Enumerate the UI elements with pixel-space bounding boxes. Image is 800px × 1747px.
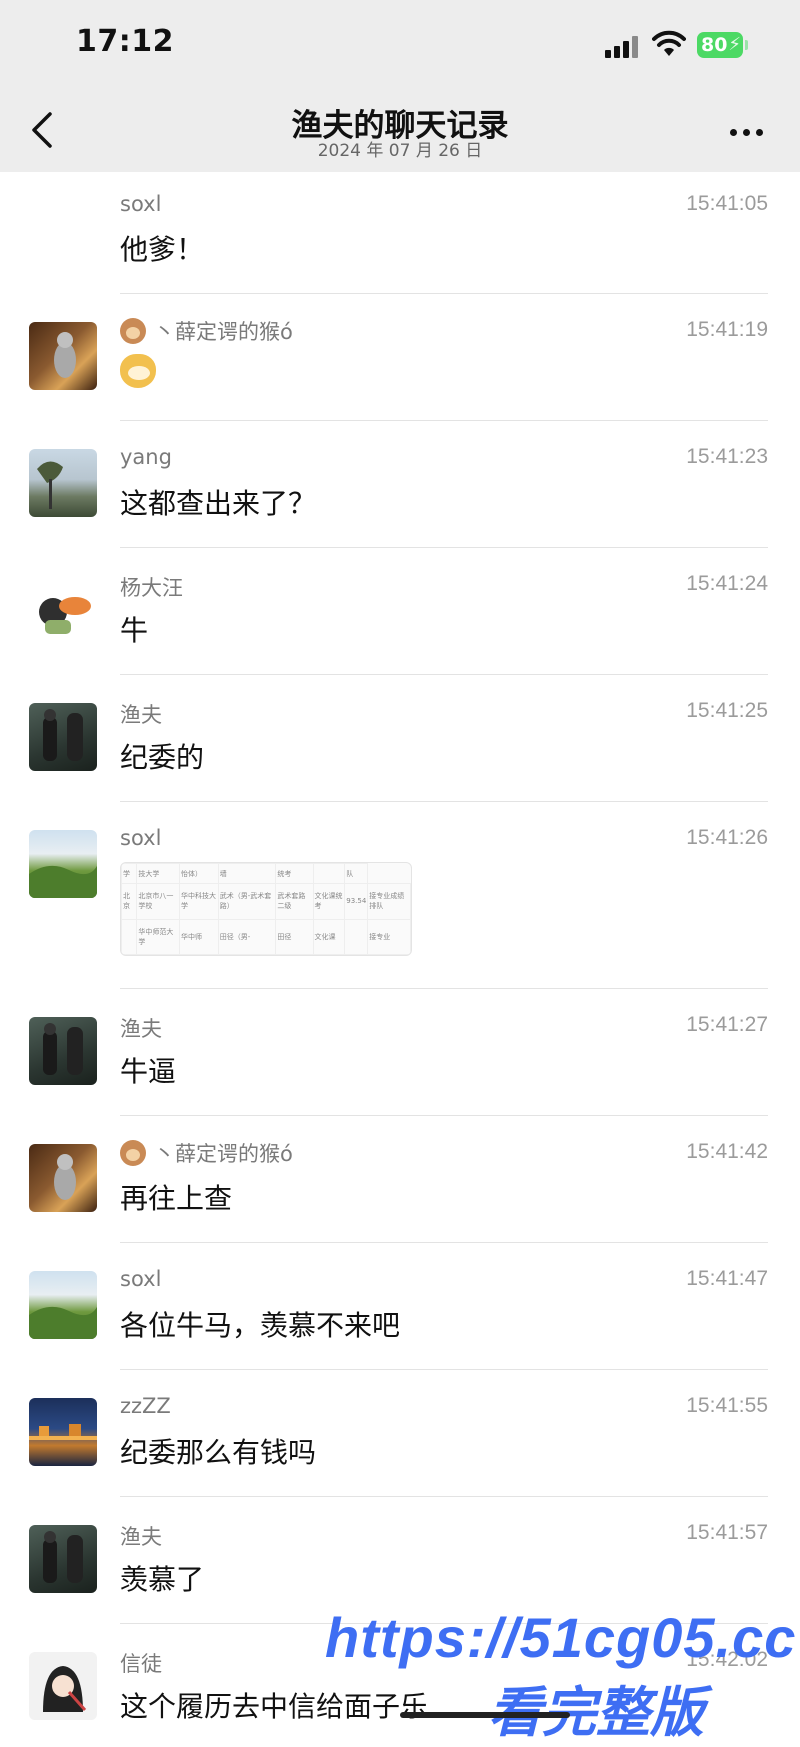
message-item: 渔夫 15:41:27 牛逼 <box>0 989 800 1116</box>
sender-name[interactable]: 杨大汪 <box>120 572 183 602</box>
monkey-emoji-icon <box>120 318 146 344</box>
message-time: 15:41:57 <box>686 1521 768 1544</box>
message-time: 15:41:23 <box>686 445 768 468</box>
message-item: 杨大汪 15:41:24 牛 <box>0 548 800 675</box>
wifi-icon <box>652 30 686 56</box>
thumb-cell <box>344 918 369 955</box>
sender-name[interactable]: 渔夫 <box>120 1013 162 1043</box>
thumb-cell: 93.54 <box>344 883 369 920</box>
charging-bolt-icon: ⚡ <box>728 34 741 55</box>
message-time: 15:41:55 <box>686 1394 768 1417</box>
avatar[interactable] <box>29 322 97 390</box>
nav-bar: 渔夫的聊天记录 2024 年 07 月 26 日 <box>0 92 800 172</box>
message-time: 15:41:05 <box>686 192 768 215</box>
sender-name[interactable]: zzZZ <box>120 1394 171 1418</box>
message-sticker[interactable] <box>120 354 156 395</box>
sender-name[interactable]: 丶薛定谔的猴ó <box>120 316 293 346</box>
signal-icon <box>605 34 641 58</box>
message-item: soxl 15:41:47 各位牛马，羡慕不来吧 <box>0 1243 800 1370</box>
thumb-cell <box>312 863 346 885</box>
battery-cap <box>745 40 748 50</box>
message-text[interactable]: 牛逼 <box>120 1050 176 1090</box>
message-time: 15:41:26 <box>686 826 768 849</box>
sender-name[interactable]: 丶薛定谔的猴ó <box>120 1138 293 1168</box>
message-item: soxl 15:41:05 他爹！ <box>0 172 800 294</box>
message-time: 15:41:27 <box>686 1013 768 1036</box>
watermark-text: 看完整版 <box>488 1681 704 1744</box>
message-item: zzZZ 15:41:55 纪委那么有钱吗 <box>0 1370 800 1497</box>
sender-name[interactable]: yang <box>120 445 172 469</box>
home-indicator[interactable] <box>400 1712 570 1718</box>
avatar[interactable] <box>29 1017 97 1085</box>
watermark-url: https://51cg05.cc <box>325 1606 797 1669</box>
message-text[interactable]: 纪委那么有钱吗 <box>120 1431 316 1471</box>
message-text[interactable]: 再往上查 <box>120 1177 232 1217</box>
battery-level: 80 <box>701 34 728 56</box>
message-item: 丶薛定谔的猴ó 15:41:42 再往上查 <box>0 1116 800 1243</box>
avatar[interactable] <box>29 449 97 517</box>
avatar[interactable] <box>29 576 97 644</box>
message-text[interactable]: 这都查出来了？ <box>120 482 316 522</box>
message-text[interactable]: 他爹！ <box>120 228 204 268</box>
monkey-emoji-icon <box>120 1140 146 1166</box>
message-time: 15:41:25 <box>686 699 768 722</box>
message-time: 15:41:42 <box>686 1140 768 1163</box>
thumb-cell: 武术（男-武术套路） <box>217 883 277 920</box>
thumb-cell <box>121 918 138 955</box>
thumb-cell: 队 <box>344 863 369 885</box>
message-item: yang 15:41:23 这都查出来了？ <box>0 421 800 548</box>
avatar[interactable] <box>29 1398 97 1466</box>
doge-emoji-icon <box>120 354 156 388</box>
thumb-cell: 怡体） <box>179 863 219 885</box>
sender-name[interactable]: 渔夫 <box>120 699 162 729</box>
status-time: 17:12 <box>76 24 174 59</box>
thumbnail-table: 学 技大学 怡体） 墙 统考 队 北京 北京市八一学校 华中科技大学 武术（男-… <box>121 863 411 955</box>
sender-name-text: 丶薛定谔的猴ó <box>154 1142 293 1166</box>
thumb-cell: 接专业 <box>367 918 411 955</box>
message-time: 15:41:47 <box>686 1267 768 1290</box>
sender-name[interactable]: 信徒 <box>120 1648 162 1678</box>
thumb-cell: 北京 <box>121 883 138 920</box>
thumb-cell: 墙 <box>217 863 277 885</box>
thumb-cell: 文化课 <box>312 918 346 955</box>
thumb-cell: 华中师 <box>179 918 219 955</box>
message-item: 丶薛定谔的猴ó 15:41:19 <box>0 294 800 421</box>
sender-name[interactable]: 渔夫 <box>120 1521 162 1551</box>
thumb-cell: 华中科技大学 <box>179 883 219 920</box>
avatar[interactable] <box>29 703 97 771</box>
thumb-cell: 田径 <box>275 918 314 955</box>
sender-name[interactable]: soxl <box>120 826 161 850</box>
message-time: 15:41:19 <box>686 318 768 341</box>
avatar[interactable] <box>29 830 97 898</box>
message-text[interactable]: 羡慕了 <box>120 1558 204 1598</box>
avatar[interactable] <box>29 1271 97 1339</box>
sender-name[interactable]: soxl <box>120 192 161 216</box>
message-item: 渔夫 15:41:25 纪委的 <box>0 675 800 802</box>
thumb-cell: 北京市八一学校 <box>136 883 181 920</box>
message-item: soxl 15:41:26 学 技大学 怡体） 墙 统考 队 北京 北京市八一学… <box>0 802 800 989</box>
message-text[interactable]: 纪委的 <box>120 736 204 776</box>
status-bar: 17:12 80 ⚡ <box>0 0 800 92</box>
avatar[interactable] <box>29 1525 97 1593</box>
thumb-cell: 技大学 <box>136 863 181 885</box>
image-message-thumbnail[interactable]: 学 技大学 怡体） 墙 统考 队 北京 北京市八一学校 华中科技大学 武术（男-… <box>120 862 412 956</box>
message-text[interactable]: 这个履历去中信给面子乐 <box>120 1685 428 1725</box>
avatar[interactable] <box>29 1652 97 1720</box>
sender-name-text: 丶薛定谔的猴ó <box>154 320 293 344</box>
battery-icon: 80 ⚡ <box>697 32 743 58</box>
thumb-cell: 田径（男- <box>217 918 277 955</box>
sender-name[interactable]: soxl <box>120 1267 161 1291</box>
thumb-cell: 统考 <box>275 863 314 885</box>
thumb-cell: 接专业成绩排队 <box>367 883 411 920</box>
message-time: 15:41:24 <box>686 572 768 595</box>
message-text[interactable]: 牛 <box>120 609 148 649</box>
thumb-cell: 学 <box>121 863 138 885</box>
page-subtitle-date: 2024 年 07 月 26 日 <box>317 141 483 161</box>
thumb-cell: 华中师范大学 <box>136 918 181 955</box>
thumb-cell: 武术套路二级 <box>275 883 314 920</box>
avatar[interactable] <box>29 1144 97 1212</box>
message-text[interactable]: 各位牛马，羡慕不来吧 <box>120 1304 400 1344</box>
more-options-icon[interactable] <box>726 122 766 142</box>
thumb-cell: 文化课统考 <box>312 883 346 920</box>
